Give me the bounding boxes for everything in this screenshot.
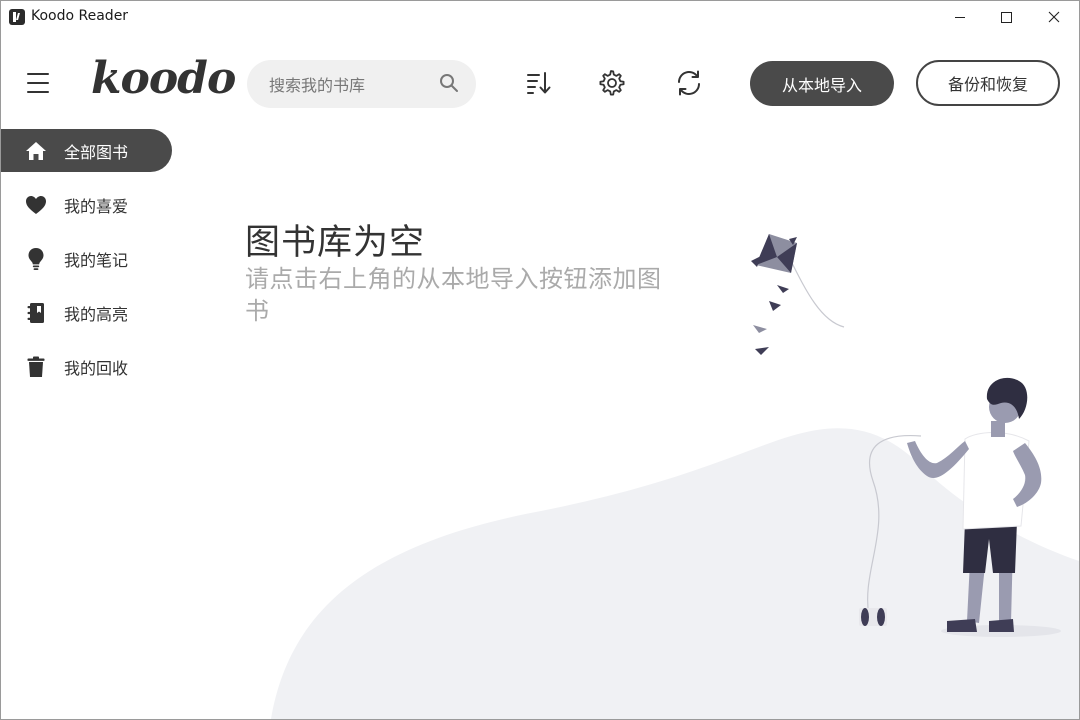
minimize-icon (955, 16, 965, 18)
sidebar-item-label: 我的回收 (64, 358, 129, 378)
maximize-icon (1000, 11, 1012, 23)
sort-icon (527, 72, 551, 94)
minimize-button[interactable] (937, 1, 983, 33)
notebook-icon (25, 302, 47, 324)
heart-icon (25, 194, 47, 216)
settings-button[interactable] (597, 69, 625, 97)
window-title: Koodo Reader (31, 8, 129, 24)
search-input[interactable] (267, 72, 436, 98)
sidebar-item-label: 全部图书 (64, 142, 129, 162)
sidebar-item-label: 我的喜爱 (64, 196, 129, 216)
app-window: Koodo Reader koodo 从本地导入 (0, 0, 1080, 720)
backup-restore-button[interactable]: 备份和恢复 (916, 60, 1060, 106)
koodo-app-icon (9, 9, 25, 25)
gear-icon (599, 70, 625, 96)
trash-icon (25, 356, 47, 378)
sidebar-item-highlights[interactable]: 我的高亮 (1, 291, 172, 334)
sidebar-item-all-books[interactable]: 全部图书 (1, 129, 172, 172)
title-bar: Koodo Reader (1, 1, 1079, 33)
search-icon[interactable] (439, 73, 459, 93)
sort-button[interactable] (525, 69, 553, 97)
import-local-button[interactable]: 从本地导入 (750, 61, 894, 106)
sidebar-item-trash[interactable]: 我的回收 (1, 345, 172, 388)
sync-button[interactable] (675, 69, 703, 97)
sidebar-item-label: 我的笔记 (64, 250, 129, 270)
sync-icon (678, 70, 700, 96)
home-icon (25, 140, 47, 162)
menu-icon[interactable] (27, 72, 49, 94)
sidebar-item-notes[interactable]: 我的笔记 (1, 237, 172, 280)
close-icon (1048, 11, 1060, 23)
sidebar-item-label: 我的高亮 (64, 304, 129, 324)
maximize-button[interactable] (983, 1, 1029, 33)
close-button[interactable] (1031, 1, 1077, 33)
sidebar-item-favorites[interactable]: 我的喜爱 (1, 183, 172, 226)
lightbulb-icon (25, 247, 47, 270)
empty-state-subtitle: 请点击右上角的从本地导入按钮添加图书 (245, 265, 662, 325)
koodo-logo: koodo (91, 53, 236, 104)
empty-state-title: 图书库为空 (245, 223, 426, 263)
